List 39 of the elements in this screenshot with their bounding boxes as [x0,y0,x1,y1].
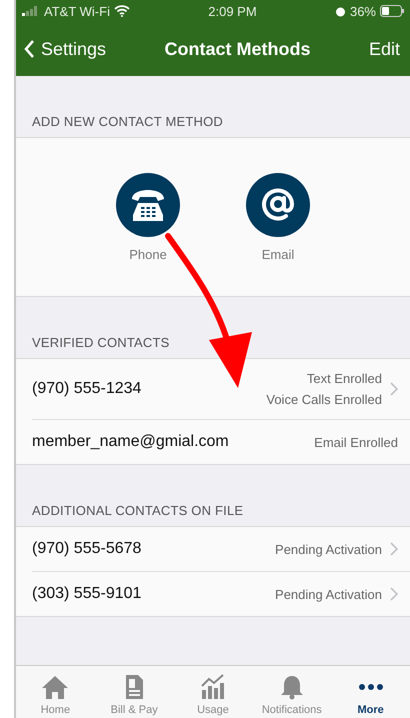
contact-row[interactable]: member_name@gmial.com Email Enrolled [32,420,410,464]
telephone-icon [116,173,180,237]
home-icon [41,674,70,700]
chevron-icon[interactable] [390,587,398,601]
enrollment-status: Voice Calls Enrolled [266,392,382,407]
signal-icon [22,6,40,16]
enrollment-status: Email Enrolled [314,434,398,450]
edit-link[interactable]: Edit [368,38,400,60]
tab[interactable]: Bill & Pay [94,666,174,718]
chevron-icon[interactable] [390,382,398,396]
contact-method-option[interactable]: Phone [113,173,183,296]
section-header: VERIFIED CONTACTS [31,334,171,352]
more-icon [358,684,383,690]
tab[interactable]: Usage [174,666,252,718]
chevron-icon[interactable] [390,542,398,556]
tab[interactable]: Home [16,666,95,718]
section-header: ADD NEW CONTACT METHOD [31,113,224,131]
contact-value: (970) 555-1234 [32,380,142,398]
back-chevron-icon [24,40,35,58]
bar-chart-icon [198,674,227,700]
contact-method-option[interactable]: Email [243,173,313,296]
screen-title: Contact Methods [164,38,310,60]
section-header: ADDITIONAL CONTACTS ON FILE [31,502,244,520]
back-link[interactable]: Settings [24,38,106,60]
contact-value: (970) 555-5678 [32,540,142,558]
enrollment-status: Text Enrolled [306,371,382,386]
battery-icon [380,5,404,17]
alarm-icon [334,6,346,16]
enrollment-status: Pending Activation [275,542,382,556]
carrier-name: AT&T Wi-Fi [44,4,110,18]
battery-percent: 36% [350,4,376,18]
contact-value: (303) 555-9101 [32,585,142,603]
wifi-icon [114,5,130,17]
tab[interactable]: More [331,666,410,718]
clock-time: 2:09 PM [208,4,257,18]
contact-value: member_name@gmial.com [32,433,230,451]
tab[interactable]: Notifications [252,666,332,718]
at-sign-icon [246,173,310,237]
enrollment-status: Pending Activation [275,586,382,602]
